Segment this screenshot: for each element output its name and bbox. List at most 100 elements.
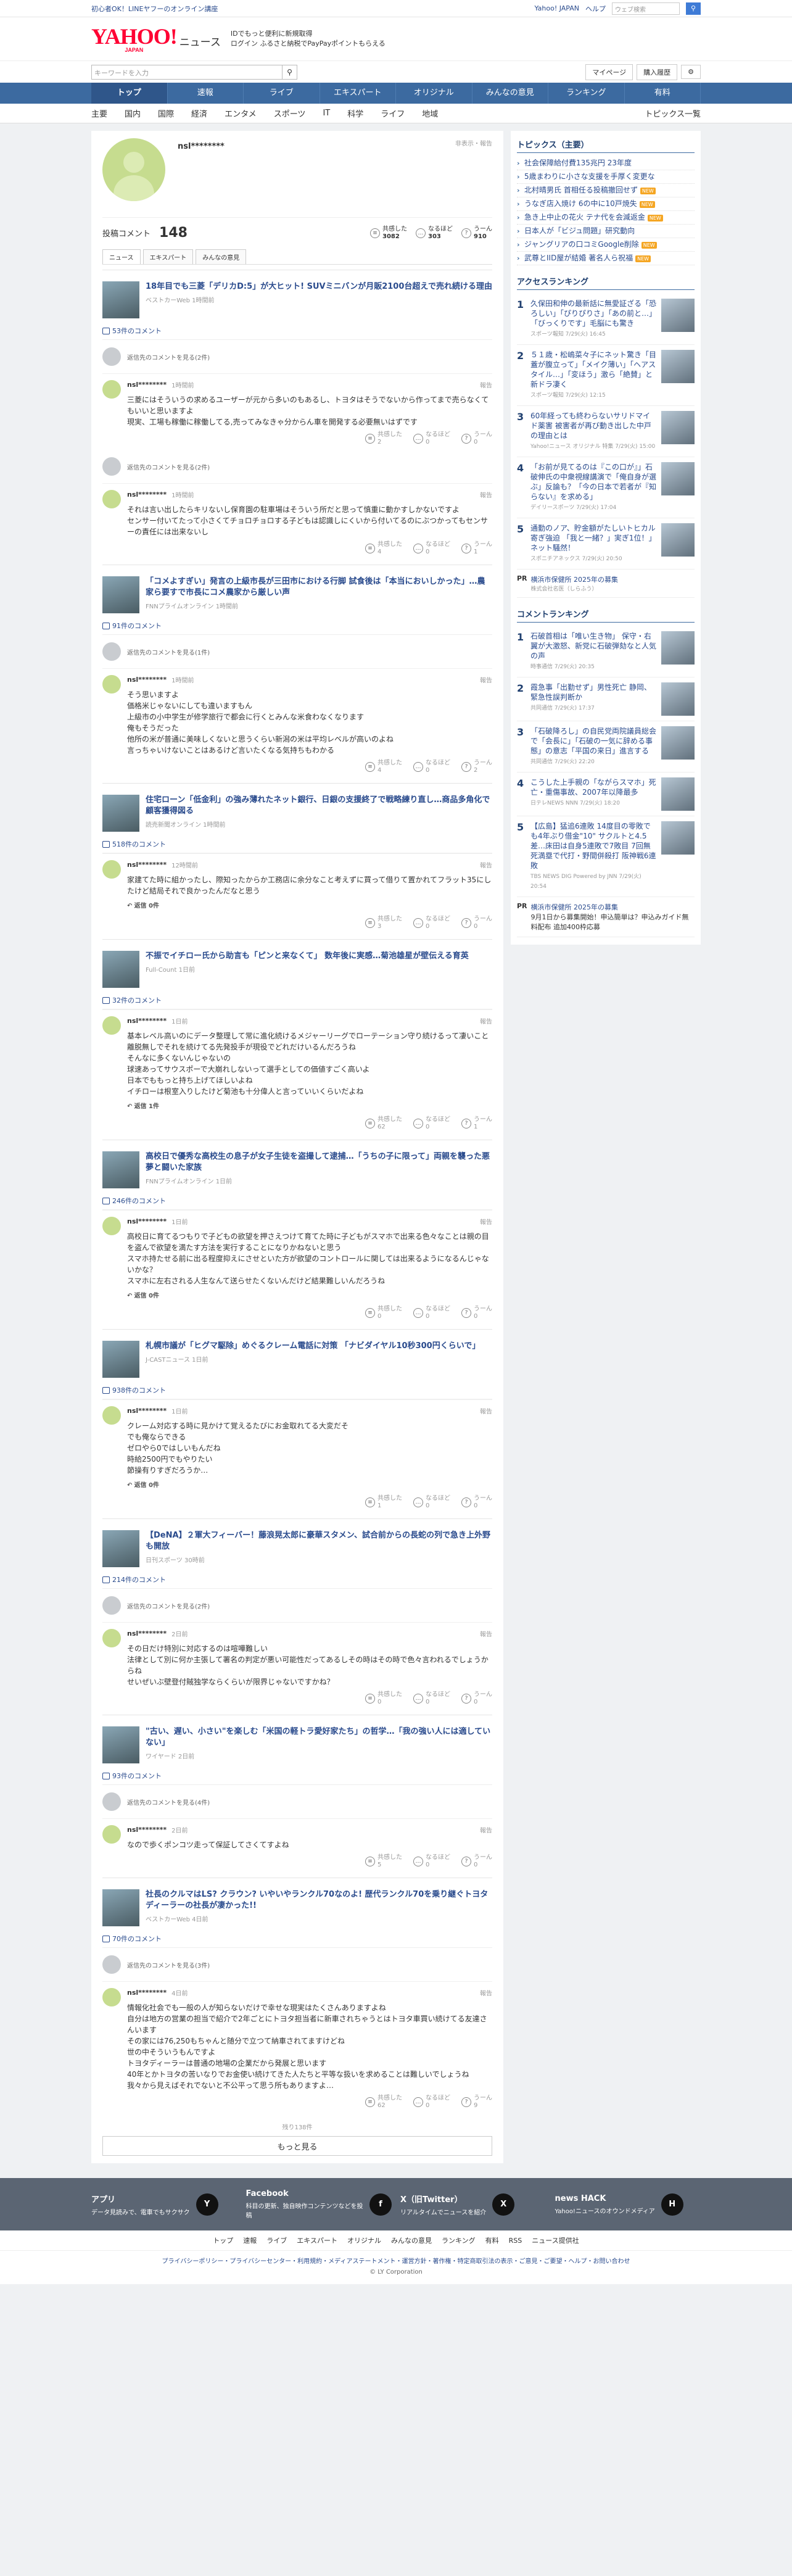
footer-link[interactable]: みんなの意見 — [391, 2237, 432, 2245]
ranking-item[interactable]: 5 【広島】猛追6連敗 14度目の零敗でも4年ぶり借金"10" サクルトと4.5差… — [517, 816, 695, 897]
report-link[interactable]: 非表示・報告 — [455, 138, 492, 147]
article-title[interactable]: 札幌市議が「ヒグマ駆除」めぐるクレーム電話に対策 「ナビダイヤル10秒300円く… — [146, 1341, 480, 1352]
reaction-button[interactable]: ≡ 共感した 0 — [365, 1691, 402, 1706]
article-thumbnail[interactable] — [102, 795, 139, 832]
article-item[interactable]: "古い、遅い、小さい"を楽しむ「米国の軽トラ愛好家たち」の哲学…「我の強い人には… — [102, 1715, 492, 1767]
show-more-button[interactable]: もっと見る — [102, 2136, 492, 2156]
article-thumbnail[interactable] — [102, 951, 139, 988]
article-thumbnail[interactable] — [102, 1151, 139, 1188]
comment-count-link[interactable]: 70件のコメント — [102, 1930, 492, 1948]
comment-count-link[interactable]: 53件のコメント — [102, 322, 492, 340]
reaction-button[interactable]: ≡ 共感した 2 — [365, 431, 402, 446]
mypage-button[interactable]: マイページ — [585, 64, 633, 80]
topic-item[interactable]: › 武尊とIID屋が結婚 著名人ら祝福 NEW — [517, 252, 695, 265]
reaction-button[interactable]: ≡ 共感した 0 — [365, 1306, 402, 1320]
ranking-thumbnail[interactable] — [661, 726, 695, 760]
pr-ad-1[interactable]: PR 横浜市保健所 2025年の募集 株式会社名医（しらふう） — [517, 569, 695, 598]
reaction-button[interactable]: … なるほど 0 — [413, 1116, 450, 1131]
tab-expert[interactable]: エキスパート — [142, 249, 194, 264]
reply-toggle[interactable]: ↶ 返信 0件 — [127, 897, 492, 912]
ranking-thumbnail[interactable] — [661, 350, 695, 383]
comment-count-link[interactable]: 93件のコメント — [102, 1767, 492, 1785]
reaction-button[interactable]: ? うーん 1 — [461, 541, 492, 556]
reaction-button[interactable]: … なるほど 0 — [413, 1495, 450, 1510]
ranking-item[interactable]: 2 ５１歳・松嶋菜々子にネット驚き「目蓋が腹立って」「メイク薄い」「ヘアスタイル…… — [517, 345, 695, 406]
app-icon[interactable]: X — [492, 2193, 515, 2216]
ranking-title[interactable]: 60年経っても終わらないサリドマイド薬害 被害者が再び動き出した中戸の理由とは — [530, 411, 656, 441]
footer-link[interactable]: 有料 — [485, 2237, 499, 2245]
footer-app[interactable]: アプリ データ見読みで、電車でもサクサク Y — [91, 2189, 237, 2219]
topic-item[interactable]: › 北村晴男氏 首相任る投稿撤回せず NEW — [517, 184, 695, 197]
deleted-parent[interactable]: 返信先のコメントを見る(2件) — [102, 340, 492, 373]
report-link[interactable]: 報告 — [480, 490, 492, 499]
article-thumbnail[interactable] — [102, 281, 139, 318]
ranking-thumbnail[interactable] — [661, 682, 695, 716]
comment-author[interactable]: nsl******** — [127, 1630, 167, 1638]
article-item[interactable]: 住宅ローン「低金利」の強み薄れたネット銀行、日銀の支援終了で戦略練り直し…商品多… — [102, 783, 492, 835]
article-title[interactable]: 18年目でも三菱「デリカD:5」が大ヒット! SUVミニバンが月販2100台超え… — [146, 281, 492, 292]
cat-world[interactable]: 国際 — [158, 107, 174, 119]
nav-live[interactable]: ライブ — [244, 83, 320, 104]
ranking-thumbnail[interactable] — [661, 821, 695, 855]
cat-local[interactable]: 地域 — [422, 107, 438, 119]
reaction-button[interactable]: … なるほど 0 — [413, 1854, 450, 1869]
ranking-item[interactable]: 4 こうした上手親の「ながらスマホ」死亡・重傷事故、2007年以降最多 日テレNEW… — [517, 772, 695, 816]
footer-link[interactable]: ライブ — [266, 2237, 287, 2245]
reaction-button[interactable]: ? うーん 0 — [461, 1495, 492, 1510]
nav-top[interactable]: トップ — [91, 83, 168, 104]
article-title[interactable]: 社長のクルマはLS? クラウン? いやいやランクル70なのよ! 歴代ランクル70… — [146, 1889, 492, 1911]
report-link[interactable]: 報告 — [480, 1406, 492, 1415]
ranking-thumbnail[interactable] — [661, 523, 695, 557]
footer-app[interactable]: news HACK Yahoo!ニュースのオウンドメディア H — [555, 2189, 701, 2219]
footer-link[interactable]: オリジナル — [347, 2237, 381, 2245]
ranking-title[interactable]: 「お前が見てるのは『この口が』」石破伸氏の中衆視線講演で「俺自身が選ぶ」反論も？… — [530, 462, 656, 502]
report-link[interactable]: 報告 — [480, 380, 492, 389]
cat-science[interactable]: 科学 — [347, 107, 363, 119]
reaction-button[interactable]: ≡ 共感した 3 — [365, 916, 402, 930]
article-thumbnail[interactable] — [102, 1341, 139, 1378]
cat-it[interactable]: IT — [323, 109, 330, 118]
topic-item[interactable]: › うなぎ店入焼け 6の中に10戸焼失 NEW — [517, 197, 695, 211]
nav-expert[interactable]: エキスパート — [320, 83, 396, 104]
cat-main[interactable]: 主要 — [91, 107, 107, 119]
deleted-parent[interactable]: 返信先のコメントを見る(3件) — [102, 1948, 492, 1981]
deleted-parent[interactable]: 返信先のコメントを見る(1件) — [102, 635, 492, 668]
search-icon[interactable]: ⚲ — [283, 64, 297, 80]
ranking-item[interactable]: 1 石破首相は「唯い生き物」 保守・右翼が大激怒、新党に石破弾劾なと人気の声 時事通… — [517, 626, 695, 677]
article-title[interactable]: 「コメよすぎい」発言の上級市長が三田市における行脚 試食後は「本当においしかった… — [146, 576, 492, 598]
article-title[interactable]: "古い、遅い、小さい"を楽しむ「米国の軽トラ愛好家たち」の哲学…「我の強い人には… — [146, 1726, 492, 1749]
reaction-button[interactable]: ? うーん 0 — [461, 1691, 492, 1706]
history-button[interactable]: 購入履歴 — [637, 64, 678, 80]
ranking-title[interactable]: 【広島】猛追6連敗 14度目の零敗でも4年ぶり借金"10" サクルトと4.5差…… — [530, 821, 656, 871]
report-link[interactable]: 報告 — [480, 1988, 492, 1997]
footer-link[interactable]: トップ — [213, 2237, 233, 2245]
article-title[interactable]: 【DeNA】２軍大フィーバー！藤浪晃太郎に豪華スタメン、試合前からの長蛇の列で急… — [146, 1530, 492, 1552]
reaction-button[interactable]: ? うーん 0 — [461, 431, 492, 446]
nav-opinion[interactable]: みんなの意見 — [472, 83, 548, 104]
reaction-button[interactable]: ≡ 共感した 1 — [365, 1495, 402, 1510]
comment-author[interactable]: nsl******** — [127, 381, 167, 389]
ranking-thumbnail[interactable] — [661, 411, 695, 444]
reaction-button[interactable]: … なるほど 0 — [413, 760, 450, 774]
topic-item[interactable]: › ジャングリアの口コミGoogle削除 NEW — [517, 238, 695, 252]
article-title[interactable]: 高校日で優秀な高校生の息子が女子生徒を盗撮して逮捕…「うちの子に限って」両親を襲… — [146, 1151, 492, 1174]
comment-author[interactable]: nsl******** — [127, 676, 167, 684]
footer-link[interactable]: エキスパート — [297, 2237, 337, 2245]
comment-count-link[interactable]: 938件のコメント — [102, 1381, 492, 1399]
yahoo-japan-link[interactable]: Yahoo! JAPAN — [534, 4, 579, 12]
footer-app[interactable]: Facebook 科目の更新、独自映作コンテンツなどを投稿 f — [246, 2189, 392, 2219]
reaction-button[interactable]: … なるほど 0 — [413, 1306, 450, 1320]
report-link[interactable]: 報告 — [480, 860, 492, 869]
article-item[interactable]: 社長のクルマはLS? クラウン? いやいやランクル70なのよ! 歴代ランクル70… — [102, 1878, 492, 1930]
article-thumbnail[interactable] — [102, 1726, 139, 1763]
nav-flash[interactable]: 速報 — [168, 83, 244, 104]
gear-icon[interactable]: ⚙ — [681, 65, 701, 79]
reaction-button[interactable]: ? うーん 2 — [461, 760, 492, 774]
comment-count-link[interactable]: 214件のコメント — [102, 1571, 492, 1589]
ranking-title[interactable]: こうした上手親の「ながらスマホ」死亡・重傷事故、2007年以降最多 — [530, 777, 656, 797]
article-item[interactable]: 18年目でも三菱「デリカD:5」が大ヒット! SUVミニバンが月販2100台超え… — [102, 270, 492, 322]
service-name[interactable]: ニュース — [179, 33, 221, 49]
nav-ranking[interactable]: ランキング — [548, 83, 625, 104]
reaction-button[interactable]: ? うーん 0 — [461, 916, 492, 930]
comment-count-link[interactable]: 246件のコメント — [102, 1192, 492, 1210]
